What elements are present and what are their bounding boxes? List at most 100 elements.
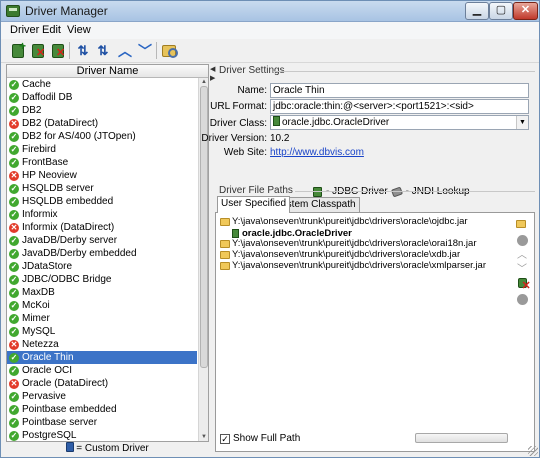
list-item[interactable]: ✕ Netezza <box>7 338 197 351</box>
list-item[interactable]: ✓ PostgreSQL <box>7 429 197 441</box>
list-item[interactable]: ✓ JDBC/ODBC Bridge <box>7 273 197 286</box>
sort-descending-button[interactable]: ⇅ <box>93 41 113 60</box>
close-button[interactable]: ✕ <box>513 2 538 20</box>
list-item[interactable]: ✕ Informix (DataDirect) <box>7 221 197 234</box>
menu-view[interactable]: View <box>64 23 94 37</box>
tab-user-specified[interactable]: User Specified <box>217 196 291 213</box>
driver-class-value: oracle.jdbc.OracleDriver <box>282 117 390 128</box>
error-icon: ✕ <box>9 378 19 389</box>
driver-name: DB2 <box>22 105 42 116</box>
delete-path-button[interactable] <box>515 293 529 306</box>
list-item[interactable]: ✓ McKoi <box>7 299 197 312</box>
delete-icon <box>516 294 528 305</box>
driver-name: JavaDB/Derby embedded <box>22 248 137 259</box>
expand-right-icon[interactable]: ▶ <box>210 74 215 82</box>
move-up-button[interactable]: ︿ <box>115 41 135 60</box>
driver-name-column-header[interactable]: Driver Name <box>7 65 208 78</box>
list-item[interactable]: ✓ MaxDB <box>7 286 197 299</box>
chevron-down-icon[interactable]: ▼ <box>516 116 528 129</box>
list-item[interactable]: ✓ HSQLDB embedded <box>7 195 197 208</box>
chevron-up-icon: ︿ <box>118 42 132 59</box>
driver-name: Daffodil DB <box>22 92 73 103</box>
list-item[interactable]: ✓ HSQLDB server <box>7 182 197 195</box>
list-item[interactable]: ✓ FrontBase <box>7 156 197 169</box>
find-drivers-button[interactable] <box>159 41 179 60</box>
list-item[interactable]: ✓ DB2 for AS/400 (JTOpen) <box>7 130 197 143</box>
show-full-path-label: Show Full Path <box>233 433 301 444</box>
menu-edit[interactable]: Edit <box>39 23 64 37</box>
list-item[interactable]: ✓ Informix <box>7 208 197 221</box>
driver-path-list[interactable]: Y:\java\onseven\trunk\pureit\jdbc\driver… <box>220 216 512 432</box>
path-label: Y:\java\onseven\trunk\pureit\jdbc\driver… <box>232 249 461 260</box>
driver-version-label: Driver Version: <box>201 133 267 144</box>
driver-list[interactable]: ✓ Cache ✓ Daffodil DB ✓ DB2 ✕ DB2 (DataDirect) ✓… <box>7 78 197 441</box>
list-item[interactable]: ✓ MySQL <box>7 325 197 338</box>
find-drivers-icon <box>162 44 178 58</box>
driver-version-value: 10.2 <box>270 133 290 144</box>
resize-grip-icon[interactable] <box>528 446 538 456</box>
path-label: Y:\java\onseven\trunk\pureit\jdbc\driver… <box>232 238 477 249</box>
remove-path-button[interactable] <box>515 234 529 247</box>
driver-name: MySQL <box>22 326 56 337</box>
check-icon: ✓ <box>9 300 19 311</box>
minimize-button[interactable]: ▁ <box>465 2 489 20</box>
remove-icon <box>516 235 528 246</box>
move-path-up-button[interactable]: ︿ <box>515 249 529 262</box>
list-item[interactable]: ✕ HP Neoview <box>7 169 197 182</box>
list-item[interactable]: ✕ Oracle (DataDirect) <box>7 377 197 390</box>
maximize-button[interactable]: ▢ <box>489 2 513 20</box>
new-driver-button[interactable] <box>8 39 28 60</box>
name-field[interactable]: Oracle Thin <box>270 83 529 98</box>
scroll-down-icon[interactable]: ▼ <box>199 433 209 441</box>
driver-name: Pointbase embedded <box>22 404 117 415</box>
list-item[interactable]: ✓ DB2 <box>7 104 197 117</box>
web-site-link[interactable]: http://www.dbvis.com <box>270 147 364 158</box>
driver-name: Netezza <box>22 339 59 350</box>
driver-name: Informix <box>22 209 58 220</box>
driver-name: HP Neoview <box>22 170 77 181</box>
driver-name: FrontBase <box>22 157 69 168</box>
jar-path-item[interactable]: Y:\java\onseven\trunk\pureit\jdbc\driver… <box>220 249 460 260</box>
list-item[interactable]: ✓ Firebird <box>7 143 197 156</box>
list-item[interactable]: ✓ Oracle Thin <box>7 351 197 364</box>
driver-class-combo[interactable]: oracle.jdbc.OracleDriver ▼ <box>270 115 529 130</box>
name-label: Name: <box>237 85 267 96</box>
list-item[interactable]: ✓ Mimer <box>7 312 197 325</box>
path-label: Y:\java\onseven\trunk\pureit\jdbc\driver… <box>232 216 468 227</box>
jar-path-item[interactable]: Y:\java\onseven\trunk\pureit\jdbc\driver… <box>220 238 477 249</box>
list-item[interactable]: ✓ Pointbase server <box>7 416 197 429</box>
list-item[interactable]: ✕ DB2 (DataDirect) <box>7 117 197 130</box>
delete-driver-button[interactable] <box>48 41 68 60</box>
divider <box>273 71 535 72</box>
delete-driver-icon <box>52 43 65 59</box>
show-full-path-checkbox[interactable]: ✓ <box>220 434 230 444</box>
move-down-button[interactable]: ﹀ <box>135 41 155 60</box>
add-path-button[interactable] <box>515 219 529 232</box>
list-item[interactable]: ✓ Daffodil DB <box>7 91 197 104</box>
edit-driver-button[interactable] <box>28 41 48 60</box>
check-icon: ✓ <box>9 287 19 298</box>
jar-path-item[interactable]: Y:\java\onseven\trunk\pureit\jdbc\driver… <box>220 216 468 227</box>
url-format-field[interactable]: jdbc:oracle:thin:@<server>:<port1521>:<s… <box>270 99 529 114</box>
check-icon: ✓ <box>9 326 19 337</box>
driver-name: JDataStore <box>22 261 73 272</box>
list-item[interactable]: ✓ Pervasive <box>7 390 197 403</box>
collapse-left-icon[interactable]: ◀ <box>210 65 215 73</box>
jar-path-item[interactable]: Y:\java\onseven\trunk\pureit\jdbc\driver… <box>220 260 486 271</box>
list-item[interactable]: ✓ Pointbase embedded <box>7 403 197 416</box>
check-icon: ✓ <box>9 92 19 103</box>
sort-ascending-button[interactable]: ⇅ <box>73 41 93 60</box>
check-icon: ✓ <box>9 417 19 428</box>
list-item[interactable]: ✓ Oracle OCI <box>7 364 197 377</box>
list-item[interactable]: ✓ JavaDB/Derby embedded <box>7 247 197 260</box>
move-path-down-button[interactable]: ﹀ <box>515 263 529 276</box>
menu-driver[interactable]: Driver <box>7 23 42 37</box>
driver-name: Oracle Thin <box>22 352 74 363</box>
check-icon: ✓ <box>9 157 19 168</box>
list-item[interactable]: ✓ Cache <box>7 78 197 91</box>
list-item[interactable]: ✓ JDataStore <box>7 260 197 273</box>
find-driver-button[interactable] <box>515 278 531 293</box>
check-icon: ✓ <box>9 391 19 402</box>
driver-name: Informix (DataDirect) <box>22 222 115 233</box>
list-item[interactable]: ✓ JavaDB/Derby server <box>7 234 197 247</box>
